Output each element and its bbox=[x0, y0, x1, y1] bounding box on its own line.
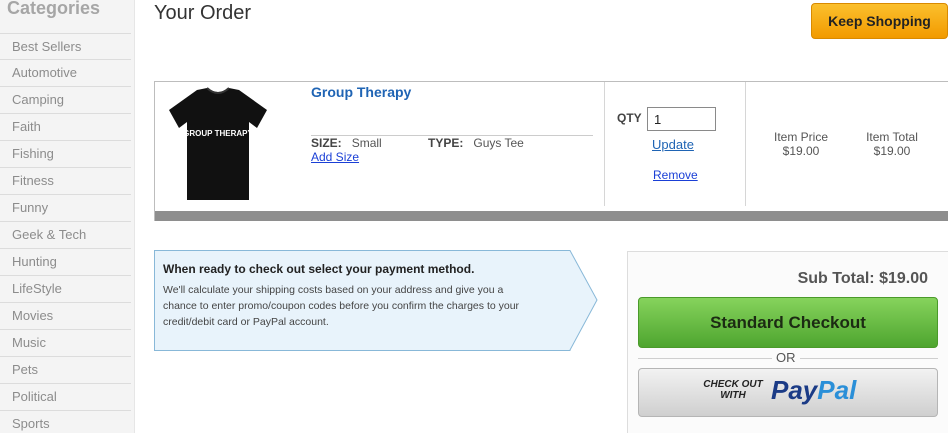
info-title: When ready to check out select your paym… bbox=[163, 262, 475, 276]
category-item-best-sellers[interactable]: Best Sellers bbox=[0, 33, 131, 60]
category-item-lifestyle[interactable]: LifeStyle bbox=[0, 276, 131, 303]
type-label: TYPE: bbox=[428, 136, 464, 150]
qty-label: QTY bbox=[617, 111, 642, 125]
sidebar-title: Categories bbox=[7, 0, 101, 18]
category-item-music[interactable]: Music bbox=[0, 330, 131, 357]
add-size-link[interactable]: Add Size bbox=[311, 150, 359, 164]
item-total-value: $19.00 bbox=[873, 144, 911, 158]
order-bottom-bar bbox=[155, 211, 948, 221]
info-text: We'll calculate your shipping costs base… bbox=[163, 284, 520, 328]
keep-shopping-button[interactable]: Keep Shopping bbox=[811, 3, 948, 39]
size-value: Small bbox=[351, 136, 382, 150]
column-divider bbox=[745, 82, 746, 206]
product-name-link[interactable]: Group Therapy bbox=[311, 84, 411, 100]
shirt-print-text: GROUP THERAPY bbox=[183, 129, 253, 138]
category-item-hunting[interactable]: Hunting bbox=[0, 249, 131, 276]
update-link[interactable]: Update bbox=[652, 137, 694, 152]
category-list: Best Sellers Automotive Camping Faith Fi… bbox=[0, 33, 131, 433]
category-item-faith[interactable]: Faith bbox=[0, 114, 131, 141]
quantity-input[interactable] bbox=[647, 107, 716, 131]
page-title: Your Order bbox=[154, 2, 252, 24]
category-item-automotive[interactable]: Automotive bbox=[0, 60, 131, 87]
order-line-item: GROUP THERAPY Group Therapy SIZE: Small … bbox=[154, 81, 948, 221]
item-price-label: Item Price bbox=[773, 130, 828, 144]
category-item-camping[interactable]: Camping bbox=[0, 87, 131, 114]
paypal-logo-pal: Pal bbox=[817, 375, 857, 405]
category-sidebar: Categories Best Sellers Automotive Campi… bbox=[0, 0, 135, 433]
column-divider bbox=[604, 82, 605, 206]
paypal-logo-pay: Pay bbox=[771, 375, 818, 405]
category-item-geek-tech[interactable]: Geek & Tech bbox=[0, 222, 131, 249]
item-price: Item Price $19.00 bbox=[761, 130, 841, 158]
category-item-sports[interactable]: Sports bbox=[0, 411, 131, 433]
checkout-panel: Sub Total: $19.00 Standard Checkout OR C… bbox=[627, 251, 948, 433]
remove-link[interactable]: Remove bbox=[653, 168, 698, 182]
type-value: Guys Tee bbox=[473, 136, 524, 150]
category-item-political[interactable]: Political bbox=[0, 384, 131, 411]
category-item-pets[interactable]: Pets bbox=[0, 357, 131, 384]
item-price-value: $19.00 bbox=[782, 144, 820, 158]
product-image: GROUP THERAPY bbox=[169, 87, 267, 200]
item-total-label: Item Total bbox=[866, 130, 918, 144]
paypal-caption-line-2: WITH bbox=[720, 390, 746, 401]
category-item-fishing[interactable]: Fishing bbox=[0, 141, 131, 168]
category-item-movies[interactable]: Movies bbox=[0, 303, 131, 330]
type-attribute: TYPE: Guys Tee bbox=[428, 136, 524, 150]
size-attribute: SIZE: Small bbox=[311, 136, 382, 150]
paypal-logo: PayPal bbox=[771, 375, 856, 406]
subtotal: Sub Total: $19.00 bbox=[797, 270, 928, 287]
size-label: SIZE: bbox=[311, 136, 342, 150]
category-item-funny[interactable]: Funny bbox=[0, 195, 131, 222]
standard-checkout-button[interactable]: Standard Checkout bbox=[638, 297, 938, 348]
category-item-fitness[interactable]: Fitness bbox=[0, 168, 131, 195]
item-total: Item Total $19.00 bbox=[852, 130, 932, 158]
paypal-checkout-button[interactable]: CHECK OUT WITH PayPal bbox=[638, 368, 938, 417]
or-label: OR bbox=[772, 350, 800, 365]
paypal-caption-line-1: CHECK OUT bbox=[703, 379, 763, 390]
paypal-caption: CHECK OUT WITH bbox=[703, 379, 763, 401]
